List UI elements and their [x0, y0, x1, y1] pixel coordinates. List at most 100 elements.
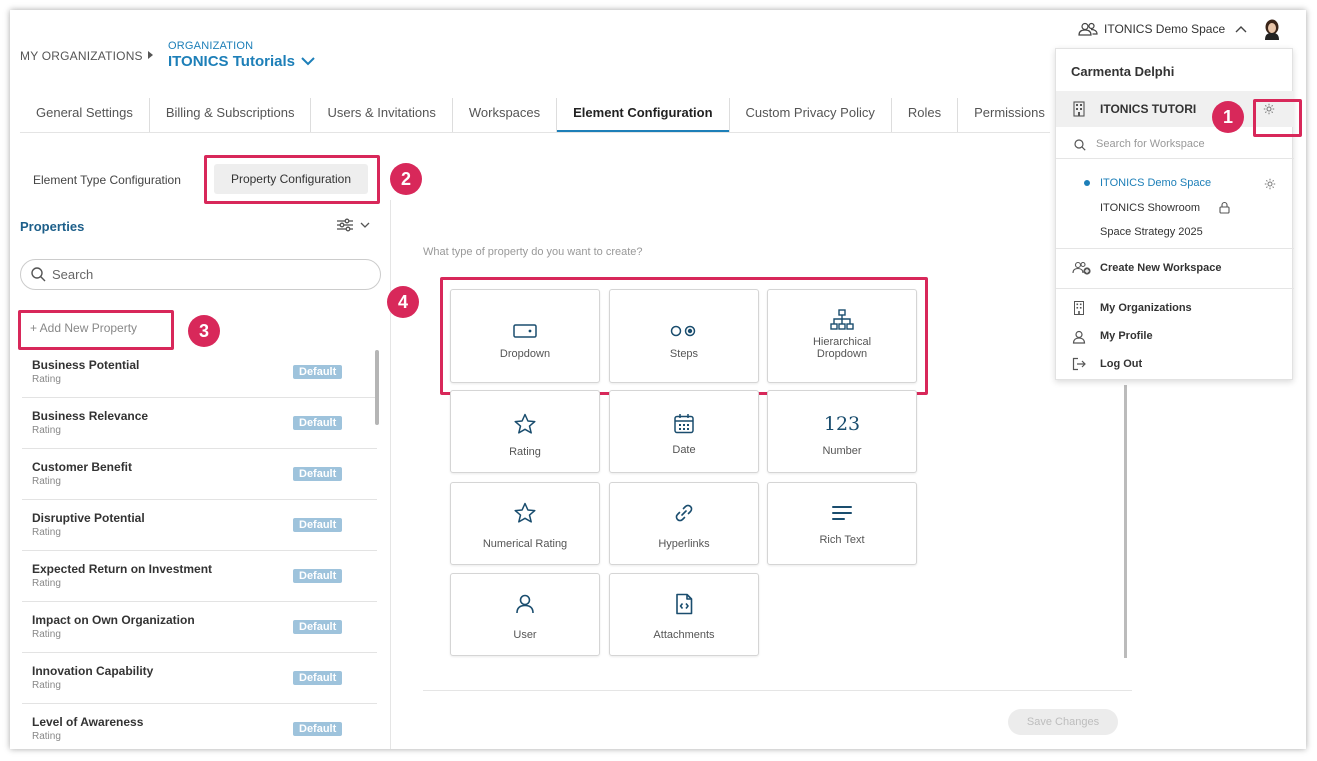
- text-lines-icon: [831, 501, 853, 525]
- workspace-search-input[interactable]: [1096, 138, 1276, 150]
- menu-divider: [1056, 248, 1294, 249]
- workspace-dropdown: Carmenta Delphi ITONICS TUTORI 1 ITONICS…: [1055, 48, 1302, 380]
- breadcrumb-root[interactable]: MY ORGANIZATIONS: [20, 49, 143, 63]
- property-type-label: Rich Text: [819, 534, 865, 546]
- property-type-label: Attachments: [653, 629, 715, 641]
- property-type-date[interactable]: Date: [609, 390, 759, 473]
- users-icon: [1078, 22, 1098, 36]
- property-type-user[interactable]: User: [450, 573, 600, 656]
- property-list: Business Potential Rating Default Business…: [22, 347, 377, 749]
- property-type-rating[interactable]: Rating: [450, 390, 600, 473]
- user-icon: [1072, 330, 1086, 344]
- property-list-scrollbar[interactable]: [375, 350, 379, 425]
- panel-divider: [390, 200, 391, 749]
- list-item[interactable]: Expected Return on Investment Rating Defau…: [22, 551, 377, 602]
- tab-permissions[interactable]: Permissions: [958, 98, 1061, 133]
- property-name: Customer Benefit: [32, 460, 133, 474]
- calendar-icon: [673, 412, 695, 436]
- star-icon: [513, 501, 537, 525]
- properties-title: Properties: [20, 219, 85, 234]
- building-icon: [1074, 301, 1084, 315]
- my-organizations-link[interactable]: My Organizations: [1100, 302, 1192, 314]
- menu-divider: [1056, 288, 1294, 289]
- tab-users[interactable]: Users & Invitations: [311, 98, 453, 133]
- property-name: Innovation Capability: [32, 664, 154, 678]
- settings-tabs: General Settings Billing & Subscriptions…: [20, 98, 1061, 133]
- list-item[interactable]: Innovation Capability Rating Default: [22, 653, 377, 704]
- annotation-box-4: [440, 277, 928, 395]
- link-icon: [673, 501, 695, 525]
- property-type-hyperlinks[interactable]: Hyperlinks: [609, 482, 759, 565]
- breadcrumb-label: ORGANIZATION: [168, 40, 254, 52]
- property-type-label: Numerical Rating: [482, 538, 568, 550]
- workspace-item-demo-space[interactable]: ITONICS Demo Space: [1100, 177, 1211, 189]
- organization-selector[interactable]: ITONICS Tutorials: [168, 53, 315, 70]
- property-type-rich-text[interactable]: Rich Text: [767, 482, 917, 565]
- property-type: Rating: [32, 578, 61, 589]
- property-type: Rating: [32, 629, 61, 640]
- star-icon: [513, 412, 537, 436]
- avatar[interactable]: [1261, 18, 1283, 40]
- default-badge: Default: [293, 467, 343, 481]
- default-badge: Default: [293, 722, 343, 736]
- chevron-up-icon: [1235, 26, 1247, 33]
- property-type-question: What type of property do you want to cre…: [423, 246, 643, 258]
- user-icon: [514, 592, 536, 616]
- list-item[interactable]: Disruptive Potential Rating Default: [22, 500, 377, 551]
- property-type-label: Rating: [509, 446, 541, 458]
- workspace-switcher[interactable]: ITONICS Demo Space: [1078, 22, 1247, 36]
- property-type-number[interactable]: 123 Number: [767, 390, 917, 473]
- property-type: Rating: [32, 476, 61, 487]
- filter-button[interactable]: [336, 218, 370, 232]
- list-item[interactable]: Customer Benefit Rating Default: [22, 449, 377, 500]
- list-item[interactable]: Business Relevance Rating Default: [22, 398, 377, 449]
- annotation-badge-2: 2: [390, 163, 422, 195]
- sliders-icon: [337, 218, 353, 232]
- default-badge: Default: [293, 518, 343, 532]
- tab-workspaces[interactable]: Workspaces: [453, 98, 558, 133]
- default-badge: Default: [293, 620, 343, 634]
- workspace-search[interactable]: [1056, 133, 1294, 159]
- app-window: MY ORGANIZATIONS ORGANIZATION ITONICS Tu…: [10, 10, 1306, 749]
- my-profile-link[interactable]: My Profile: [1100, 330, 1153, 342]
- property-search[interactable]: [20, 259, 381, 290]
- workspace-item-showroom[interactable]: ITONICS Showroom: [1100, 202, 1200, 214]
- save-changes-button[interactable]: Save Changes: [1008, 709, 1118, 735]
- list-item[interactable]: Business Potential Rating Default: [22, 347, 377, 398]
- organization-name: ITONICS Tutorials: [168, 53, 295, 70]
- property-type-attachments[interactable]: Attachments: [609, 573, 759, 656]
- create-new-workspace-link[interactable]: Create New Workspace: [1100, 262, 1221, 274]
- property-name: Disruptive Potential: [32, 511, 145, 525]
- lock-icon: [1219, 201, 1230, 214]
- gear-icon[interactable]: [1264, 178, 1276, 190]
- property-type-numerical-rating[interactable]: Numerical Rating: [450, 482, 600, 565]
- workspace-item-space-strategy[interactable]: Space Strategy 2025: [1100, 226, 1203, 238]
- tabs-divider: [20, 132, 1050, 133]
- log-out-link[interactable]: Log Out: [1100, 358, 1142, 370]
- tab-roles[interactable]: Roles: [892, 98, 959, 133]
- list-item[interactable]: Impact on Own Organization Rating Default: [22, 602, 377, 653]
- annotation-badge-1: 1: [1212, 101, 1244, 133]
- active-indicator-icon: [1084, 180, 1090, 186]
- property-type: Rating: [32, 374, 61, 385]
- logout-icon: [1072, 357, 1086, 371]
- property-name: Level of Awareness: [32, 715, 144, 729]
- property-name: Impact on Own Organization: [32, 613, 195, 627]
- search-input[interactable]: [52, 267, 352, 282]
- property-type-label: Number: [822, 445, 862, 457]
- current-workspace-name: ITONICS Demo Space: [1104, 22, 1226, 36]
- property-name: Business Relevance: [32, 409, 149, 423]
- annotation-box-1: [1253, 99, 1302, 137]
- property-type: Rating: [32, 425, 61, 436]
- tab-general-settings[interactable]: General Settings: [20, 98, 150, 133]
- list-item[interactable]: Level of Awareness Rating Default: [22, 704, 377, 749]
- annotation-box-2: [204, 155, 380, 204]
- tab-custom-privacy-policy[interactable]: Custom Privacy Policy: [730, 98, 892, 133]
- subtab-element-type-configuration[interactable]: Element Type Configuration: [33, 173, 181, 187]
- building-icon: [1073, 101, 1085, 117]
- main-scrollbar[interactable]: [1124, 385, 1127, 658]
- tab-element-configuration[interactable]: Element Configuration: [557, 98, 730, 133]
- breadcrumb-separator-icon: [148, 51, 153, 59]
- property-type-label: Date: [672, 444, 696, 456]
- tab-billing[interactable]: Billing & Subscriptions: [150, 98, 312, 133]
